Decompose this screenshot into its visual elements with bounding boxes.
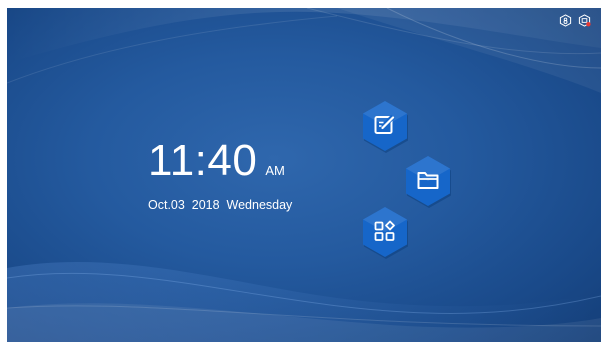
file-manager-shortcut[interactable] <box>403 154 453 208</box>
clock-ampm: AM <box>265 163 285 178</box>
usb-debug-icon[interactable] <box>559 14 572 27</box>
app-notification-icon[interactable] <box>578 14 591 27</box>
clock-time: 11:40 <box>148 136 258 185</box>
background-waves <box>7 8 601 342</box>
note-edit-shortcut[interactable] <box>360 99 410 153</box>
home-screen: 11:40 AM Oct.03 2018 Wednesday <box>7 8 601 342</box>
clock-widget: 11:40 AM <box>148 139 285 183</box>
clock-date: Oct.03 2018 Wednesday <box>148 198 293 212</box>
status-tray <box>559 14 591 27</box>
apps-shortcut[interactable] <box>360 205 410 259</box>
